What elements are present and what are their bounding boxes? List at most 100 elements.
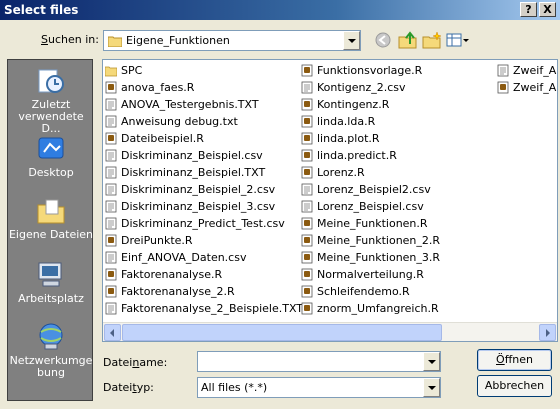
open-button[interactable]: Öffnen xyxy=(477,349,552,371)
file-name: znorm_Umfangreich.R xyxy=(317,302,439,315)
file-item[interactable]: znorm_Umfangreich.R xyxy=(301,300,440,317)
r-script-icon xyxy=(301,149,313,162)
r-script-icon xyxy=(301,166,313,179)
scroll-thumb[interactable] xyxy=(122,324,442,341)
file-item[interactable]: Kontingenz.R xyxy=(301,96,440,113)
r-script-icon xyxy=(301,234,313,247)
r-script-icon xyxy=(105,132,117,145)
file-item[interactable]: Diskriminanz_Beispiel_2.csv xyxy=(105,181,303,198)
back-icon[interactable] xyxy=(374,31,392,51)
file-item[interactable]: Lorenz_Beispiel.csv xyxy=(301,198,440,215)
file-item[interactable]: Dateibeispiel.R xyxy=(105,130,303,147)
r-script-icon xyxy=(105,81,117,94)
filetype-select[interactable]: All files (*.*) xyxy=(197,377,441,398)
text-file-icon xyxy=(105,183,117,196)
file-list[interactable]: SPC anova_faes.R ANOVA_Testergebnis.TXT Anw… xyxy=(102,59,558,342)
file-item[interactable]: anova_faes.R xyxy=(105,79,303,96)
file-item[interactable]: Lorenz.R xyxy=(301,164,440,181)
text-file-icon xyxy=(105,200,117,213)
r-script-icon xyxy=(105,234,117,247)
close-button[interactable]: X xyxy=(539,2,556,17)
places-bar: Zuletzt verwendete D... Desktop Eigene D… xyxy=(7,59,93,401)
filetype-dropdown-arrow[interactable] xyxy=(423,378,440,397)
place-recent[interactable]: Zuletzt verwendete D... xyxy=(8,66,94,135)
text-file-icon xyxy=(105,115,117,128)
file-item[interactable]: ANOVA_Testergebnis.TXT xyxy=(105,96,303,113)
text-file-icon xyxy=(105,251,117,264)
text-file-icon xyxy=(301,81,313,94)
folder-icon xyxy=(105,66,117,77)
lookin-label: Suchen in: xyxy=(41,33,99,46)
file-name: linda.predict.R xyxy=(317,149,397,162)
window-title: Select files xyxy=(4,3,79,17)
r-script-icon xyxy=(301,285,313,298)
file-item[interactable]: Lorenz_Beispiel2.csv xyxy=(301,181,440,198)
file-name: anova_faes.R xyxy=(121,81,195,94)
place-my-computer[interactable]: Arbeitsplatz xyxy=(8,260,94,305)
file-item[interactable]: DreiPunkte.R xyxy=(105,232,303,249)
horizontal-scrollbar[interactable] xyxy=(103,322,557,341)
lookin-dropdown[interactable]: Eigene_Funktionen xyxy=(103,30,361,51)
file-item[interactable]: Faktorenanalyse_2.R xyxy=(105,283,303,300)
r-script-icon xyxy=(497,81,509,94)
place-network[interactable]: Netzwerkumge bung xyxy=(8,322,94,379)
file-name: Lorenz_Beispiel.csv xyxy=(317,200,424,213)
file-item[interactable]: Meine_Funktionen.R xyxy=(301,215,440,232)
file-name: linda.lda.R xyxy=(317,115,376,128)
file-name: DreiPunkte.R xyxy=(121,234,193,247)
file-column-3: Zweif_A Zweif_A xyxy=(497,62,556,96)
cancel-button[interactable]: Abbrechen xyxy=(477,375,552,397)
filename-label: Dateiname: xyxy=(103,356,168,369)
select-files-dialog: Select files ? X Suchen in: Eigene_Funkt… xyxy=(0,0,560,409)
file-item[interactable]: Faktorenanalyse.R xyxy=(105,266,303,283)
filename-dropdown-arrow[interactable] xyxy=(423,352,440,371)
file-item[interactable]: Normalverteilung.R xyxy=(301,266,440,283)
scroll-right-button[interactable] xyxy=(539,324,556,341)
place-desktop[interactable]: Desktop xyxy=(8,134,94,179)
file-name: Zweif_A xyxy=(513,81,557,94)
file-item[interactable]: Meine_Funktionen_2.R xyxy=(301,232,440,249)
file-item[interactable]: Diskriminanz_Predict_Test.csv xyxy=(105,215,303,232)
r-script-icon xyxy=(105,268,117,281)
file-item[interactable]: Zweif_A xyxy=(497,62,556,79)
scroll-left-button[interactable] xyxy=(104,324,121,341)
text-file-icon xyxy=(105,98,117,111)
lookin-value: Eigene_Funktionen xyxy=(126,34,230,47)
text-file-icon xyxy=(497,64,509,77)
file-item[interactable]: Diskriminanz_Beispiel.TXT xyxy=(105,164,303,181)
file-item[interactable]: Schleifendemo.R xyxy=(301,283,440,300)
file-item[interactable]: Faktorenanalyse_2_Beispiele.TXT xyxy=(105,300,303,317)
new-folder-icon[interactable] xyxy=(422,31,442,51)
r-script-icon xyxy=(301,217,313,230)
file-item[interactable]: Diskriminanz_Beispiel_3.csv xyxy=(105,198,303,215)
file-item[interactable]: Anweisung debug.txt xyxy=(105,113,303,130)
file-item[interactable]: linda.lda.R xyxy=(301,113,440,130)
file-item[interactable]: Zweif_A xyxy=(497,79,556,96)
help-button[interactable]: ? xyxy=(520,2,537,17)
text-file-icon xyxy=(105,166,117,179)
file-item[interactable]: Einf_ANOVA_Daten.csv xyxy=(105,249,303,266)
file-item[interactable]: linda.predict.R xyxy=(301,147,440,164)
filetype-label: Dateityp: xyxy=(103,381,154,394)
recent-docs-icon xyxy=(38,69,64,93)
up-folder-icon[interactable] xyxy=(398,31,418,51)
file-item[interactable]: Diskriminanz_Beispiel.csv xyxy=(105,147,303,164)
file-item[interactable]: Kontigenz_2.csv xyxy=(301,79,440,96)
text-file-icon xyxy=(105,217,117,230)
r-script-icon xyxy=(301,98,313,111)
filename-input[interactable] xyxy=(197,351,441,372)
file-name: Faktorenanalyse_2.R xyxy=(121,285,235,298)
file-item[interactable]: Funktionsvorlage.R xyxy=(301,62,440,79)
lookin-dropdown-arrow[interactable] xyxy=(343,31,360,50)
folder-item[interactable]: SPC xyxy=(105,62,303,79)
view-menu-icon[interactable] xyxy=(446,31,470,51)
file-name: Einf_ANOVA_Daten.csv xyxy=(121,251,247,264)
file-name: Lorenz_Beispiel2.csv xyxy=(317,183,431,196)
file-item[interactable]: Meine_Funktionen_3.R xyxy=(301,249,440,266)
r-script-icon xyxy=(301,64,313,77)
file-name: Dateibeispiel.R xyxy=(121,132,204,145)
file-name: Meine_Funktionen.R xyxy=(317,217,428,230)
place-my-documents[interactable]: Eigene Dateien xyxy=(8,196,94,241)
file-item[interactable]: linda.plot.R xyxy=(301,130,440,147)
file-name: Diskriminanz_Beispiel_3.csv xyxy=(121,200,276,213)
